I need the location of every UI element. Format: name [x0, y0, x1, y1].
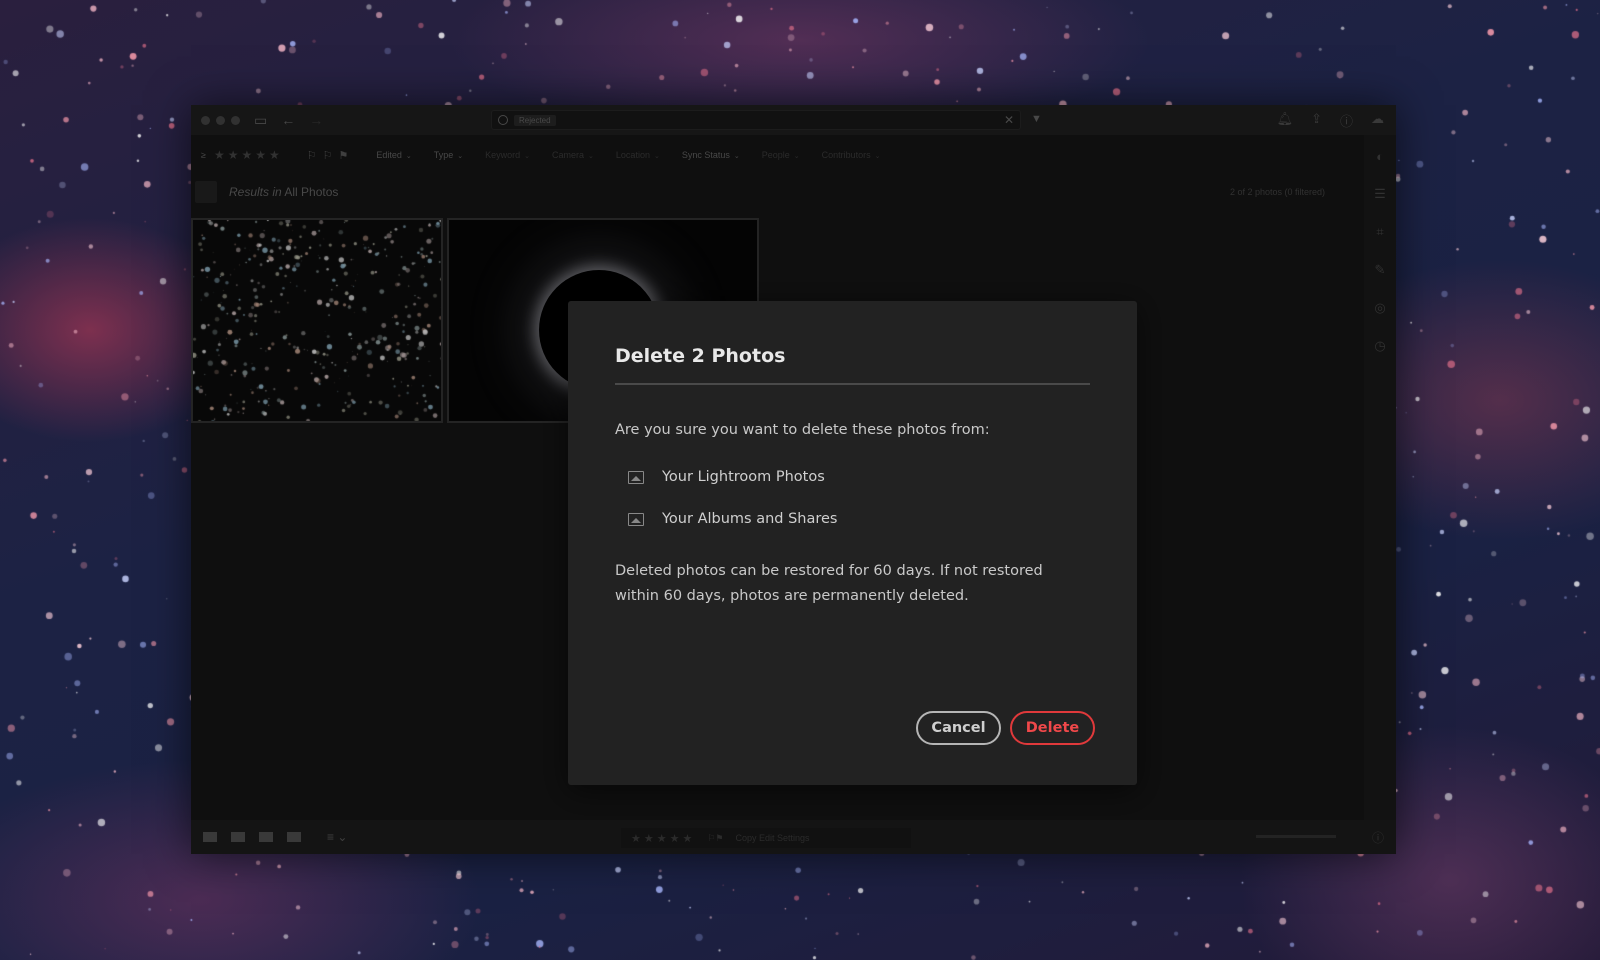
- location-item-lightroom-photos: Your Lightroom Photos: [628, 469, 825, 485]
- delete-button[interactable]: Delete: [1010, 711, 1095, 745]
- dialog-divider: [615, 383, 1090, 385]
- image-icon: [628, 470, 644, 484]
- image-icon: [628, 512, 644, 526]
- location-item-albums-shares: Your Albums and Shares: [628, 511, 837, 527]
- dialog-title: Delete 2 Photos: [615, 345, 786, 367]
- restore-note: Deleted photos can be restored for 60 da…: [615, 563, 1043, 604]
- cancel-button[interactable]: Cancel: [916, 711, 1001, 745]
- delete-confirmation-dialog: Delete 2 Photos Are you sure you want to…: [568, 301, 1137, 785]
- location-label: Your Lightroom Photos: [662, 469, 825, 485]
- dialog-question: Are you sure you want to delete these ph…: [615, 422, 990, 438]
- location-label: Your Albums and Shares: [662, 511, 838, 527]
